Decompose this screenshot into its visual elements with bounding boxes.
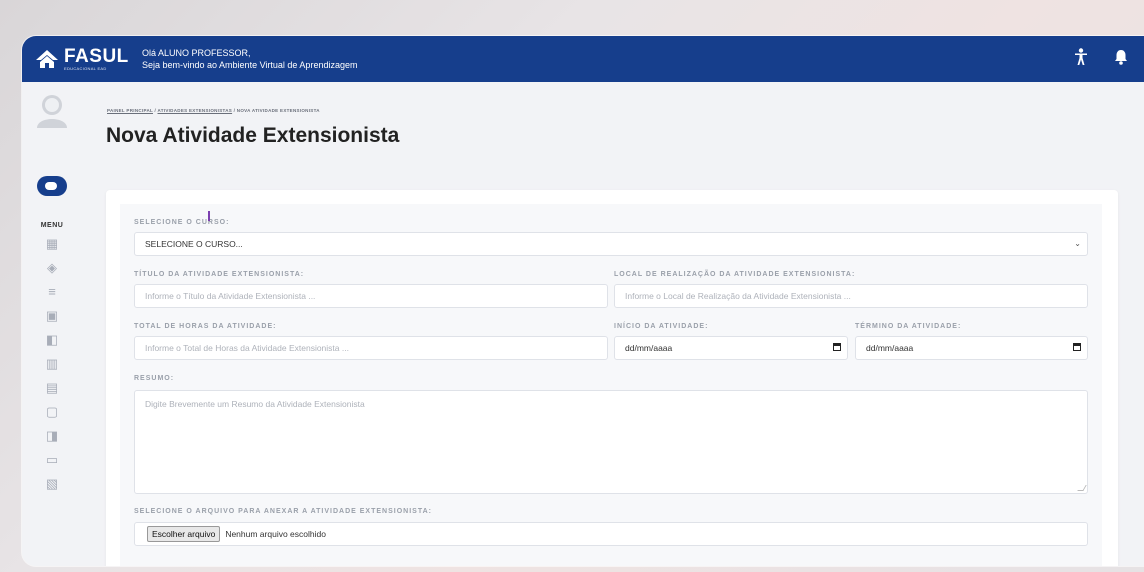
titulo-input[interactable]: Informe o Título da Atividade Extensioni… [134, 284, 608, 308]
user-avatar-icon[interactable] [35, 92, 69, 128]
inicio-date-value: dd/mm/aaaa [625, 343, 673, 353]
local-input[interactable]: Informe o Local de Realização da Ativida… [614, 284, 1088, 308]
graduation-cap-icon[interactable]: ◈ [46, 261, 59, 274]
arquivo-input: Escolher arquivo Nenhum arquivo escolhid… [134, 522, 1088, 546]
accessibility-icon[interactable] [1074, 47, 1088, 71]
resumo-label: RESUMO: [134, 375, 175, 382]
main-content: PAINEL PRINCIPAL / ATIVIDADES EXTENSIONI… [82, 82, 1144, 566]
top-bar: FASUL EDUCACIONAL EAD Olá ALUNO PROFESSO… [22, 36, 1144, 82]
curso-select-value: SELECIONE O CURSO... [145, 239, 243, 249]
book-icon[interactable]: ◧ [46, 333, 59, 346]
form-card: SELECIONE O CURSO: SELECIONE O CURSO... … [106, 190, 1118, 566]
briefcase-icon[interactable]: ▥ [46, 357, 59, 370]
fasul-logo-icon [36, 50, 58, 68]
calendar-icon[interactable] [1073, 343, 1081, 351]
breadcrumb-separator: / [154, 108, 157, 113]
dollar-icon[interactable]: ▣ [46, 309, 59, 322]
page-title: Nova Atividade Extensionista [106, 124, 400, 147]
book-open-icon[interactable]: ◨ [46, 429, 59, 442]
fasul-logo[interactable]: FASUL EDUCACIONAL EAD [34, 45, 134, 71]
arquivo-label: SELECIONE O ARQUIVO PARA ANEXAR A ATIVID… [134, 508, 432, 515]
chat-icon[interactable]: ▧ [46, 477, 59, 490]
termino-date-value: dd/mm/aaaa [866, 343, 914, 353]
text-cursor [208, 211, 210, 221]
breadcrumb: PAINEL PRINCIPAL / ATIVIDADES EXTENSIONI… [107, 108, 320, 113]
titulo-label: TÍTULO DA ATIVIDADE EXTENSIONISTA: [134, 271, 305, 278]
sidebar: MENU ▦ ◈ ≡ ▣ ◧ ▥ ▤ ▢ ◨ ▭ ▧ [22, 82, 82, 566]
curso-select[interactable]: SELECIONE O CURSO... ⌄ [134, 232, 1088, 256]
list-icon[interactable]: ≡ [46, 285, 59, 298]
breadcrumb-painel-principal[interactable]: PAINEL PRINCIPAL [107, 108, 153, 113]
theme-toggle[interactable] [37, 176, 67, 196]
app-window: FASUL EDUCACIONAL EAD Olá ALUNO PROFESSO… [22, 36, 1144, 566]
resize-handle[interactable] [1077, 485, 1087, 491]
greeting-line-2: Seja bem-vindo ao Ambiente Virtual de Ap… [142, 60, 358, 70]
breadcrumb-atividades-extensionistas[interactable]: ATIVIDADES EXTENSIONISTAS [158, 108, 233, 113]
chevron-down-icon: ⌄ [1074, 239, 1081, 248]
curso-label: SELECIONE O CURSO: [134, 219, 230, 226]
greeting: Olá ALUNO PROFESSOR, Seja bem-vindo ao A… [142, 47, 357, 71]
file-status: Nenhum arquivo escolhido [225, 529, 326, 539]
notification-bell-icon[interactable] [1114, 49, 1128, 70]
resumo-placeholder: Digite Brevemente um Resumo da Atividade… [145, 399, 365, 409]
local-label: LOCAL DE REALIZAÇÃO DA ATIVIDADE EXTENSI… [614, 271, 856, 278]
activity-form: SELECIONE O CURSO: SELECIONE O CURSO... … [120, 204, 1102, 566]
termino-label: TÉRMINO DA ATIVIDADE: [855, 323, 962, 330]
choose-file-button[interactable]: Escolher arquivo [147, 526, 221, 542]
document-icon[interactable]: ▤ [46, 381, 59, 394]
logo-name: FASUL [64, 45, 129, 67]
menu-label: MENU [40, 222, 64, 229]
calendar-icon[interactable]: ▢ [46, 405, 59, 418]
breadcrumb-separator: / [233, 108, 236, 113]
inicio-date-input[interactable]: dd/mm/aaaa [614, 336, 848, 360]
dashboard-icon[interactable]: ▦ [46, 237, 59, 250]
breadcrumb-current: NOVA ATIVIDADE EXTENSIONISTA [236, 108, 320, 113]
calendar-icon[interactable] [833, 343, 841, 351]
termino-date-input[interactable]: dd/mm/aaaa [855, 336, 1088, 360]
inicio-label: INÍCIO DA ATIVIDADE: [614, 323, 709, 330]
greeting-line-1: Olá ALUNO PROFESSOR, [142, 48, 251, 58]
resumo-textarea[interactable]: Digite Brevemente um Resumo da Atividade… [134, 390, 1088, 494]
mail-icon[interactable]: ▭ [46, 453, 59, 466]
horas-input[interactable]: Informe o Total de Horas da Atividade Ex… [134, 336, 608, 360]
logo-subtitle: EDUCACIONAL EAD [64, 65, 107, 71]
horas-label: TOTAL DE HORAS DA ATIVIDADE: [134, 323, 277, 330]
